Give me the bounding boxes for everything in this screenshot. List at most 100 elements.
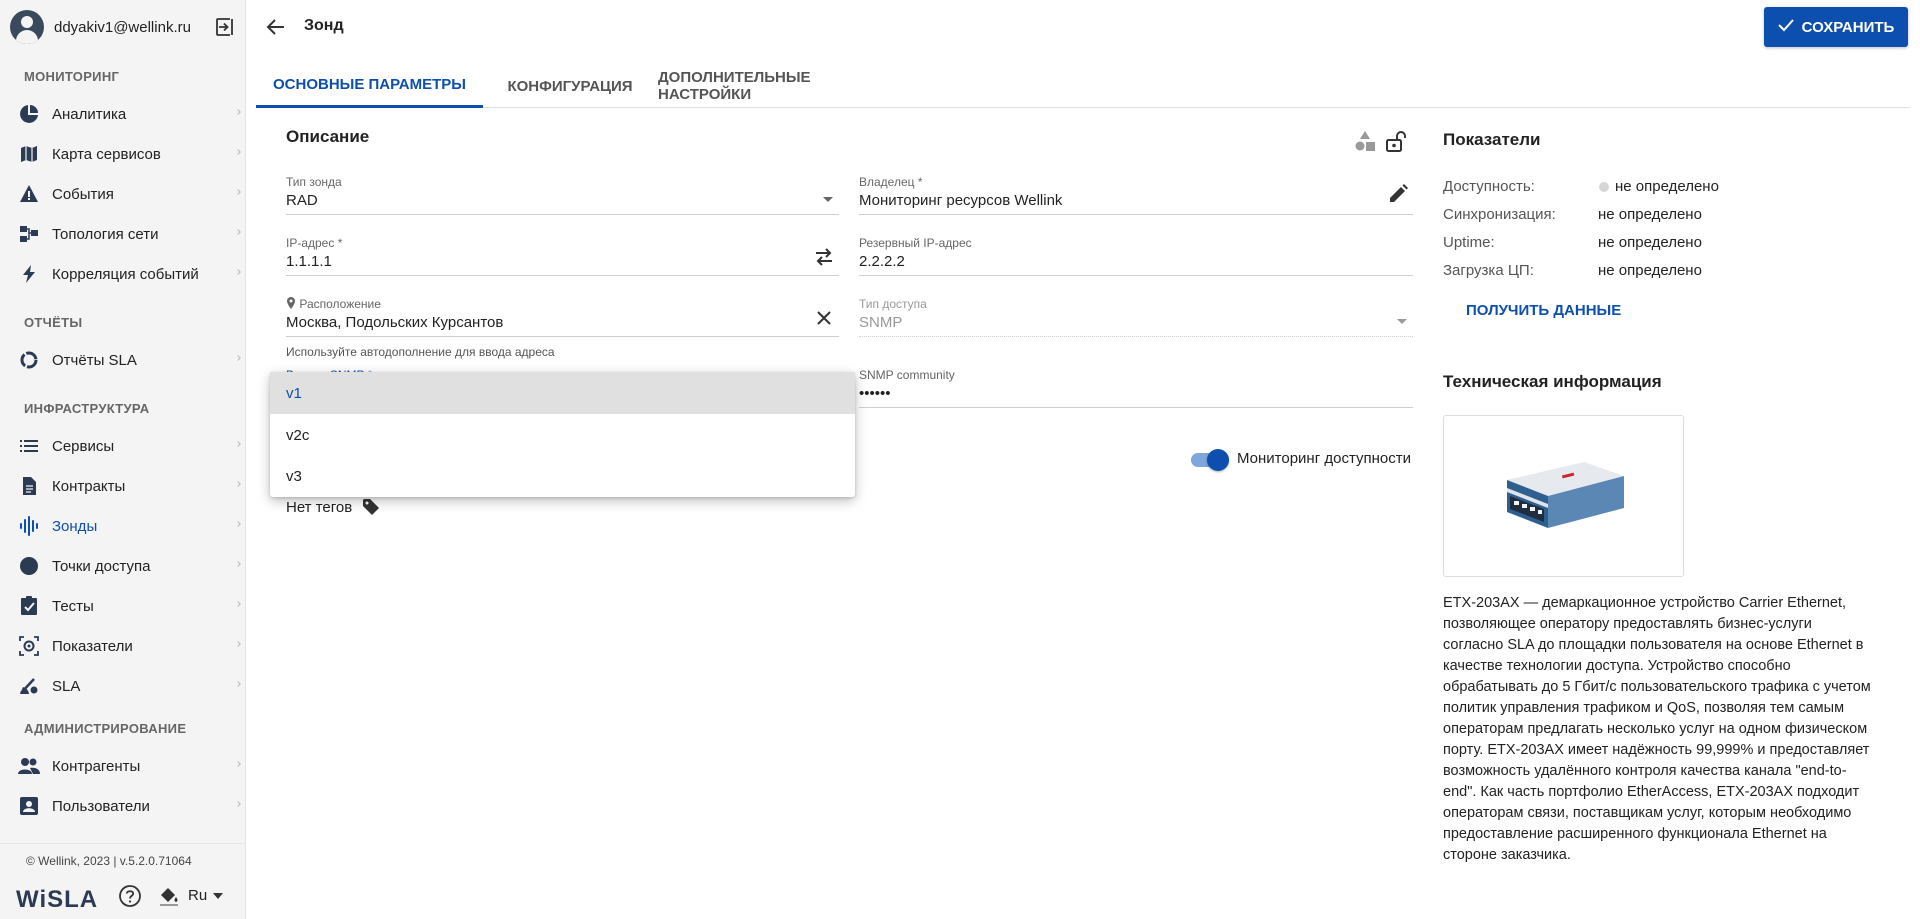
- ip-address-label: IP-адрес *: [286, 236, 343, 250]
- sidebar-item-label: Точки доступа: [52, 557, 151, 575]
- availability-monitoring-toggle[interactable]: [1191, 449, 1229, 471]
- chevron-right-icon: [235, 561, 241, 567]
- shapes-icon[interactable]: [1352, 128, 1378, 154]
- edit-pencil-icon[interactable]: [1387, 183, 1409, 205]
- sidebar-item-label: SLA: [52, 677, 81, 695]
- chevron-right-icon: [235, 801, 241, 807]
- caret-down-icon: [1397, 319, 1407, 324]
- document-icon: [18, 475, 40, 497]
- probe-type-label: Тип зонда: [286, 175, 342, 189]
- logout-icon[interactable]: [214, 16, 236, 38]
- chevron-right-icon: [235, 355, 241, 361]
- checklist-icon: [18, 595, 40, 617]
- swap-icon[interactable]: [813, 246, 835, 268]
- sidebar-item-services[interactable]: Сервисы: [0, 426, 245, 466]
- get-data-button[interactable]: ПОЛУЧИТЬ ДАННЫЕ: [1466, 302, 1621, 328]
- sidebar-item-label: Корреляция событий: [52, 265, 199, 283]
- clear-icon[interactable]: [813, 307, 835, 329]
- sidebar-item-service-map[interactable]: Карта сервисов: [0, 134, 245, 174]
- chevron-right-icon: [235, 229, 241, 235]
- sync-label: Синхронизация:: [1443, 206, 1556, 223]
- tab-configuration[interactable]: КОНФИГУРАЦИЯ: [494, 64, 646, 108]
- section-infrastructure: ИНФРАСТРУКТУРА: [24, 401, 150, 416]
- owner-field[interactable]: Владелец * Мониторинг ресурсов Wellink: [859, 175, 1413, 215]
- sidebar-item-label: Тесты: [52, 597, 94, 615]
- sidebar-item-contractors[interactable]: Контрагенты: [0, 746, 245, 786]
- availability-label: Доступность:: [1443, 178, 1535, 195]
- ip-address-field[interactable]: IP-адрес * 1.1.1.1: [286, 236, 839, 276]
- save-button[interactable]: СОХРАНИТЬ: [1764, 7, 1908, 47]
- tabs: ОСНОВНЫЕ ПАРАМЕТРЫ КОНФИГУРАЦИЯ ДОПОЛНИТ…: [256, 64, 1910, 108]
- paint-bucket-icon[interactable]: [158, 885, 180, 907]
- location-field[interactable]: Расположение Москва, Подольских Курсанто…: [286, 297, 839, 337]
- sidebar-item-analytics[interactable]: Аналитика: [0, 94, 245, 134]
- sidebar-item-contracts[interactable]: Контракты: [0, 466, 245, 506]
- metrics-icon: [18, 635, 40, 657]
- section-reports: ОТЧЁТЫ: [24, 315, 83, 330]
- availability-monitoring-label: Мониторинг доступности: [1237, 450, 1411, 467]
- sidebar-item-tests[interactable]: Тесты: [0, 586, 245, 626]
- sidebar-item-label: События: [52, 185, 114, 203]
- location-label-row: Расположение: [286, 297, 381, 311]
- access-type-label: Тип доступа: [859, 297, 927, 311]
- tech-description: ETX-203AX — демаркационное устройство Ca…: [1443, 595, 1871, 863]
- sidebar-item-topology[interactable]: Топология сети: [0, 214, 245, 254]
- caret-down-icon: [213, 892, 224, 899]
- sidebar-item-label: Аналитика: [52, 105, 127, 123]
- list-icon: [18, 435, 40, 457]
- backup-ip-field[interactable]: Резервный IP-адрес 2.2.2.2: [859, 236, 1413, 276]
- chevron-right-icon: [235, 601, 241, 607]
- people-icon: [18, 755, 40, 777]
- uptime-label: Uptime:: [1443, 234, 1495, 251]
- sidebar-item-label: Контракты: [52, 477, 126, 495]
- gauge-icon: [18, 675, 40, 697]
- dropdown-option-v2c[interactable]: v2c: [270, 414, 855, 456]
- backup-ip-label: Резервный IP-адрес: [859, 236, 972, 250]
- back-arrow-icon[interactable]: [264, 15, 288, 39]
- snmp-community-field[interactable]: SNMP community ••••••: [859, 368, 1413, 408]
- lightning-icon: [18, 263, 40, 285]
- access-type-select: Тип доступа SNMP: [859, 297, 1413, 337]
- description-title: Описание: [286, 127, 370, 146]
- sidebar-item-sla-reports[interactable]: Отчёты SLA: [0, 340, 245, 380]
- sidebar-item-events[interactable]: События: [0, 174, 245, 214]
- sidebar-item-users[interactable]: Пользователи: [0, 786, 245, 826]
- header: Зонд СОХРАНИТЬ: [246, 0, 1920, 54]
- tab-advanced-settings[interactable]: ДОПОЛНИТЕЛЬНЫЕ НАСТРОЙКИ: [658, 64, 898, 108]
- sidebar-item-label: Сервисы: [52, 437, 115, 455]
- sidebar-item-metrics[interactable]: Показатели: [0, 626, 245, 666]
- circle-icon: [18, 555, 40, 577]
- sidebar-item-correlation[interactable]: Корреляция событий: [0, 254, 245, 294]
- ip-address-value: 1.1.1.1: [286, 253, 332, 270]
- chevron-right-icon: [235, 269, 241, 275]
- help-icon[interactable]: [118, 884, 142, 908]
- snmp-community-label: SNMP community: [859, 368, 955, 382]
- dropdown-option-v1[interactable]: v1: [270, 372, 855, 414]
- sidebar-footer: © Wellink, 2023 | v.5.2.0.71064 WiSLA Ru: [0, 843, 245, 919]
- unlock-icon[interactable]: [1382, 128, 1408, 154]
- sidebar-item-sla[interactable]: SLA: [0, 666, 245, 706]
- location-label: Расположение: [299, 297, 381, 311]
- tab-main-params[interactable]: ОСНОВНЫЕ ПАРАМЕТРЫ: [256, 64, 483, 108]
- chevron-right-icon: [235, 521, 241, 527]
- tag-icon[interactable]: [362, 498, 380, 516]
- copyright: © Wellink, 2023 | v.5.2.0.71064: [26, 854, 192, 868]
- sidebar-item-label: Зонды: [52, 517, 98, 535]
- language-value: Ru: [188, 887, 208, 904]
- chevron-right-icon: [235, 189, 241, 195]
- language-select[interactable]: Ru: [188, 887, 224, 904]
- dropdown-option-v3[interactable]: v3: [270, 455, 855, 497]
- user-row: ddyakiv1@wellink.ru: [10, 10, 236, 44]
- uptime-value: не определено: [1598, 234, 1702, 251]
- probe-type-value: RAD: [286, 192, 318, 209]
- topology-icon: [18, 223, 40, 245]
- sidebar-item-probes[interactable]: Зонды: [0, 506, 245, 546]
- avatar[interactable]: [10, 10, 44, 44]
- owner-value: Мониторинг ресурсов Wellink: [859, 192, 1063, 209]
- device-image-card: [1443, 415, 1684, 577]
- brand-logo: WiSLA: [16, 886, 99, 913]
- chevron-right-icon: [235, 641, 241, 647]
- sidebar-item-access-points[interactable]: Точки доступа: [0, 546, 245, 586]
- status-dot: [1599, 182, 1609, 192]
- probe-type-select[interactable]: Тип зонда RAD: [286, 175, 839, 215]
